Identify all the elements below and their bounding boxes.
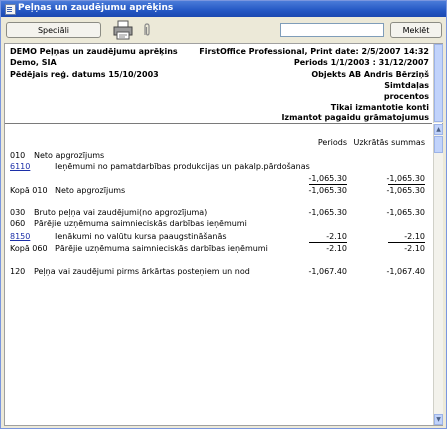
subtotal-underline (309, 242, 347, 243)
row-period-amount: -2.10 (326, 244, 347, 253)
title-bar[interactable]: Peļņas un zaudējumu aprēķins (1, 1, 446, 17)
last-reg-date: Pēdējais reģ. datums 15/10/2003 (10, 70, 159, 79)
scroll-thumb[interactable] (434, 136, 443, 153)
row-accum-amount: -2.10 (404, 232, 425, 241)
row-text: Neto apgrozījums (55, 186, 126, 195)
printer-icon[interactable] (113, 20, 133, 40)
report-scrollbar[interactable]: ▲ ▼ (433, 124, 443, 425)
document-icon (5, 4, 16, 15)
row-text: Neto apgrozījums (34, 151, 105, 160)
row-code: Kopā 010 (10, 186, 48, 195)
object-filter: Objekts AB Andris Bērziņš (311, 70, 429, 79)
row-code: Kopā 060 (10, 244, 48, 253)
search-input[interactable] (280, 23, 384, 37)
row-accum-amount: -1,065.30 (386, 186, 425, 195)
option-percent: procentos (383, 92, 429, 101)
report-panel: DEMO Peļņas un zaudējumu aprēķins Demo, … (4, 43, 443, 426)
subtotal-underline (388, 184, 425, 185)
row-code: 060 (10, 219, 26, 228)
company-name: Demo, SIA (10, 58, 57, 67)
row-code: 010 (10, 151, 26, 160)
scroll-down-icon[interactable]: ▼ (434, 414, 443, 425)
scroll-up-icon[interactable]: ▲ (434, 124, 443, 135)
paperclip-icon[interactable] (142, 23, 152, 37)
subtotal-underline (388, 242, 425, 243)
column-header-accumulated: Uzkrātās summas (353, 138, 425, 147)
row-accum-amount: -1,067.40 (386, 267, 425, 276)
row-accum-amount: -2.10 (404, 244, 425, 253)
search-button[interactable]: Meklēt (390, 22, 442, 38)
special-button[interactable]: Speciāli (6, 22, 101, 38)
header-scrollbar[interactable] (433, 44, 443, 123)
row-text: Pārējie uzņēmuma saimnieciskās darbības … (55, 244, 268, 253)
account-link-6110[interactable]: 6110 (10, 162, 30, 171)
option-used-accounts: Tikai izmantotie konti (330, 103, 429, 112)
column-header-period: Periods (317, 138, 347, 147)
row-period-amount: -1,065.30 (308, 174, 347, 183)
report-body: Periods Uzkrātās summas 010 Neto apgrozī… (5, 124, 432, 425)
print-info: FirstOffice Professional, Print date: 2/… (199, 47, 429, 56)
row-period-amount: -1,065.30 (308, 186, 347, 195)
row-text: Pārējie uzņēmuma saimnieciskās darbības … (34, 219, 247, 228)
row-text: Bruto peļņa vai zaudējumi(no apgrozījuma… (34, 208, 208, 217)
subtotal-underline (309, 184, 347, 185)
account-link-8150[interactable]: 8150 (10, 232, 30, 241)
row-text: Ieņēmumi no pamatdarbības produkcijas un… (55, 162, 310, 171)
row-accum-amount: -1,065.30 (386, 208, 425, 217)
report-title: DEMO Peļņas un zaudējumu aprēķins (10, 47, 178, 56)
row-code: 030 (10, 208, 26, 217)
toolbar: Speciāli Meklēt (1, 17, 446, 43)
row-period-amount: -1,065.30 (308, 208, 347, 217)
row-text: Peļņa vai zaudējumi pirms ārkārtas poste… (34, 267, 250, 276)
report-window: Peļņas un zaudējumu aprēķins Speciāli Me… (0, 0, 447, 429)
report-header: DEMO Peļņas un zaudējumu aprēķins Demo, … (5, 44, 432, 124)
option-temp-postings: Izmantot pagaidu grāmatojumus (281, 113, 429, 122)
row-period-amount: -1,067.40 (308, 267, 347, 276)
period-range: Periods 1/1/2003 : 31/12/2007 (293, 58, 429, 67)
row-accum-amount: -1,065.30 (386, 174, 425, 183)
header-scroll-thumb[interactable] (434, 44, 443, 122)
row-code: 120 (10, 267, 26, 276)
option-hundredths: Simtdaļas (384, 81, 429, 90)
row-period-amount: -2.10 (326, 232, 347, 241)
window-title: Peļņas un zaudējumu aprēķins (18, 3, 174, 13)
row-text: Ienākumi no valūtu kursa paaugstināšanās (55, 232, 227, 241)
